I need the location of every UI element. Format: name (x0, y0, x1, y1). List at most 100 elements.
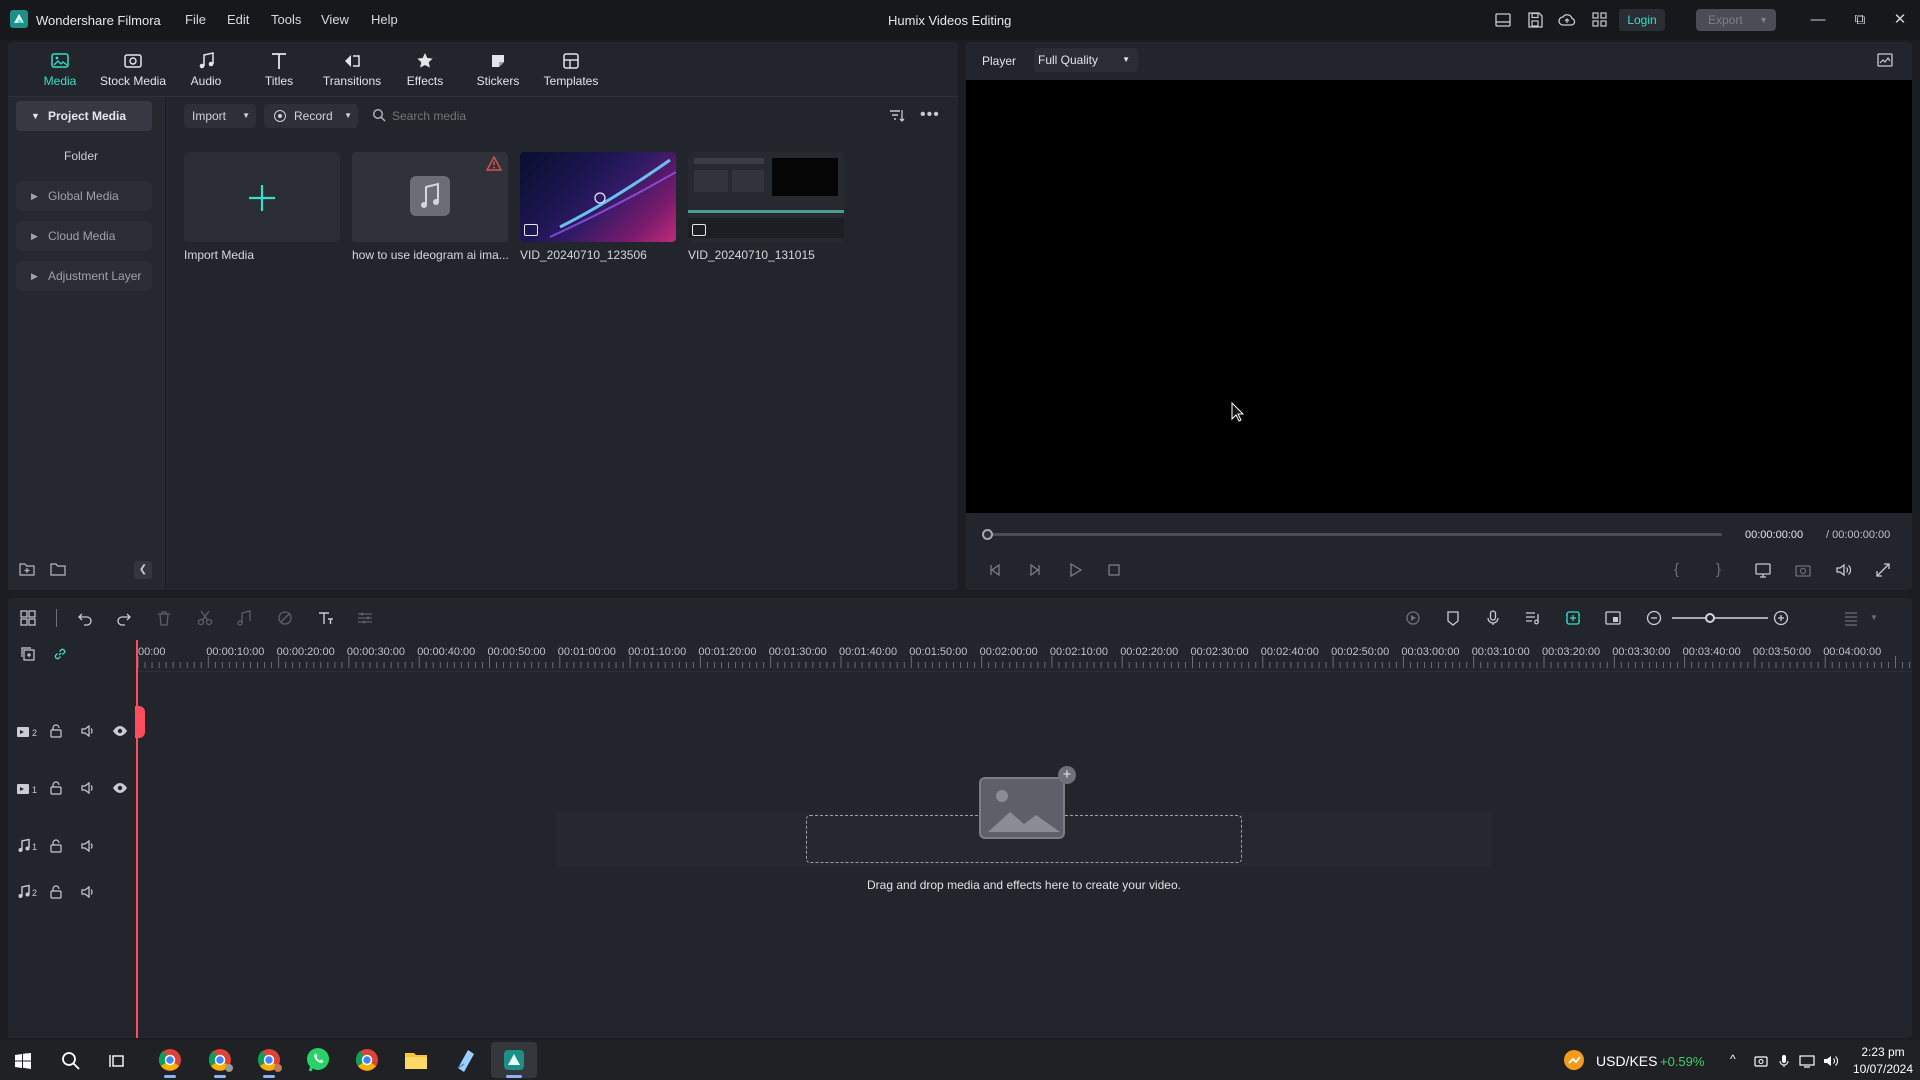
mute-track-icon[interactable] (80, 723, 96, 739)
add-track-icon[interactable] (19, 645, 37, 663)
apps-grid-icon[interactable] (1591, 11, 1609, 29)
tab-templates[interactable]: Templates (536, 50, 606, 88)
collapse-sidebar-button[interactable]: ❮ (134, 561, 152, 579)
lock-icon[interactable] (48, 723, 64, 739)
color-icon[interactable] (276, 609, 294, 627)
media-item-video-2[interactable]: VID_20240710_131015 (688, 152, 844, 262)
task-view-icon[interactable] (108, 1052, 126, 1070)
file-explorer-icon[interactable] (401, 1046, 431, 1074)
view-options-icon[interactable] (1842, 609, 1860, 627)
layout-grid-icon[interactable] (19, 609, 37, 627)
menu-view[interactable]: View (321, 12, 349, 27)
lock-icon[interactable] (48, 884, 64, 900)
sidebar-folder[interactable]: Folder (64, 149, 98, 163)
next-frame-icon[interactable] (1026, 561, 1044, 579)
mute-track-icon[interactable] (80, 838, 96, 854)
export-button[interactable]: Export ▼ (1696, 9, 1776, 31)
zoom-slider-handle[interactable] (1705, 613, 1715, 623)
notepad-icon[interactable] (450, 1046, 480, 1074)
ticker-name[interactable]: USD/KES (1596, 1053, 1657, 1069)
save-icon[interactable] (1526, 11, 1544, 29)
menu-edit[interactable]: Edit (227, 12, 249, 27)
menu-help[interactable]: Help (371, 12, 398, 27)
speaker-icon[interactable] (1823, 1054, 1839, 1068)
filmora-taskbar-icon[interactable] (499, 1046, 529, 1078)
previous-frame-icon[interactable] (986, 561, 1004, 579)
tab-audio[interactable]: Audio (171, 50, 241, 88)
media-item-audio[interactable]: how to use ideogram ai ima... (352, 152, 509, 262)
play-icon[interactable] (1066, 561, 1084, 579)
snapshot-icon[interactable] (1794, 561, 1812, 579)
close-icon[interactable]: ✕ (1890, 10, 1910, 30)
chrome-profile-3-icon[interactable] (352, 1046, 382, 1074)
sidebar-item-global-media[interactable]: ▶ Global Media (16, 181, 152, 211)
eye-icon[interactable] (112, 780, 128, 796)
link-icon[interactable] (51, 645, 69, 663)
zoom-in-icon[interactable] (1772, 609, 1790, 627)
lock-icon[interactable] (48, 838, 64, 854)
lock-icon[interactable] (48, 780, 64, 796)
sidebar-item-cloud-media[interactable]: ▶ Cloud Media (16, 221, 152, 251)
mark-out-icon[interactable]: } (1716, 561, 1734, 579)
login-button[interactable]: Login (1619, 9, 1665, 31)
folder-icon[interactable] (50, 561, 66, 577)
sidebar-item-adjustment-layer[interactable]: ▶ Adjustment Layer (16, 261, 152, 291)
marker-icon[interactable] (1444, 609, 1462, 627)
voiceover-list-icon[interactable] (1524, 609, 1542, 627)
import-dropdown[interactable]: Import ▼ (184, 104, 256, 128)
chrome-profile-icon[interactable] (205, 1046, 235, 1078)
text-icon[interactable] (316, 609, 334, 627)
chevron-up-icon[interactable]: ^ (1730, 1052, 1736, 1066)
record-dropdown[interactable]: Record ▼ (264, 104, 358, 128)
filter-icon[interactable] (888, 107, 906, 125)
playhead-handle[interactable] (135, 706, 145, 738)
adjust-icon[interactable] (356, 609, 374, 627)
camera-tray-icon[interactable] (1754, 1054, 1768, 1068)
chrome-icon[interactable] (155, 1046, 185, 1078)
fullscreen-icon[interactable] (1874, 561, 1892, 579)
zoom-out-icon[interactable] (1645, 609, 1663, 627)
windows-start-icon[interactable] (14, 1052, 32, 1070)
cloud-upload-icon[interactable] (1558, 11, 1576, 29)
menu-file[interactable]: File (185, 12, 206, 27)
snapshot-compare-icon[interactable] (1876, 51, 1894, 69)
tab-media[interactable]: Media (25, 50, 95, 88)
tab-stickers[interactable]: Stickers (463, 50, 533, 88)
restore-icon[interactable]: ⧉ (1850, 10, 1870, 30)
zoom-slider-track[interactable] (1672, 617, 1768, 619)
pip-icon[interactable] (1604, 609, 1622, 627)
playhead-line[interactable] (136, 640, 138, 1038)
microphone-tray-icon[interactable] (1777, 1054, 1791, 1068)
tab-titles[interactable]: Titles (244, 50, 314, 88)
cut-icon[interactable] (196, 609, 214, 627)
chevron-down-icon[interactable]: ▼ (1870, 613, 1878, 622)
stop-icon[interactable] (1105, 561, 1123, 579)
search-taskbar-icon[interactable] (61, 1051, 81, 1071)
mute-track-icon[interactable] (80, 780, 96, 796)
mark-in-icon[interactable]: { (1674, 561, 1692, 579)
volume-icon[interactable] (1834, 561, 1852, 579)
render-preview-icon[interactable] (1404, 609, 1422, 627)
chrome-profile-2-icon[interactable] (254, 1046, 284, 1078)
tab-stock-media[interactable]: Stock Media (98, 50, 168, 88)
player-viewport[interactable] (966, 80, 1912, 513)
media-item-video-1[interactable]: VID_20240710_123506 (520, 152, 676, 262)
new-folder-icon[interactable] (19, 561, 35, 577)
audio-edit-icon[interactable] (235, 609, 253, 627)
ai-audio-icon[interactable] (1564, 609, 1582, 627)
microphone-icon[interactable] (1484, 609, 1502, 627)
display-icon[interactable] (1754, 561, 1772, 579)
tab-effects[interactable]: Effects (390, 50, 460, 88)
delete-icon[interactable] (155, 609, 173, 627)
clock-date[interactable]: 10/07/2024 (1850, 1062, 1916, 1076)
clock-time[interactable]: 2:23 pm (1858, 1045, 1908, 1059)
layout-icon[interactable] (1494, 11, 1512, 29)
sidebar-item-project-media[interactable]: ▼ Project Media (16, 101, 152, 131)
eye-icon[interactable] (112, 723, 128, 739)
undo-icon[interactable] (76, 609, 94, 627)
quality-dropdown[interactable]: Full Quality ▼ (1034, 48, 1138, 72)
import-media-card[interactable]: Import Media (184, 152, 340, 262)
tab-transitions[interactable]: Transitions (317, 50, 387, 88)
network-icon[interactable] (1799, 1054, 1815, 1068)
minimize-icon[interactable]: — (1808, 10, 1828, 30)
